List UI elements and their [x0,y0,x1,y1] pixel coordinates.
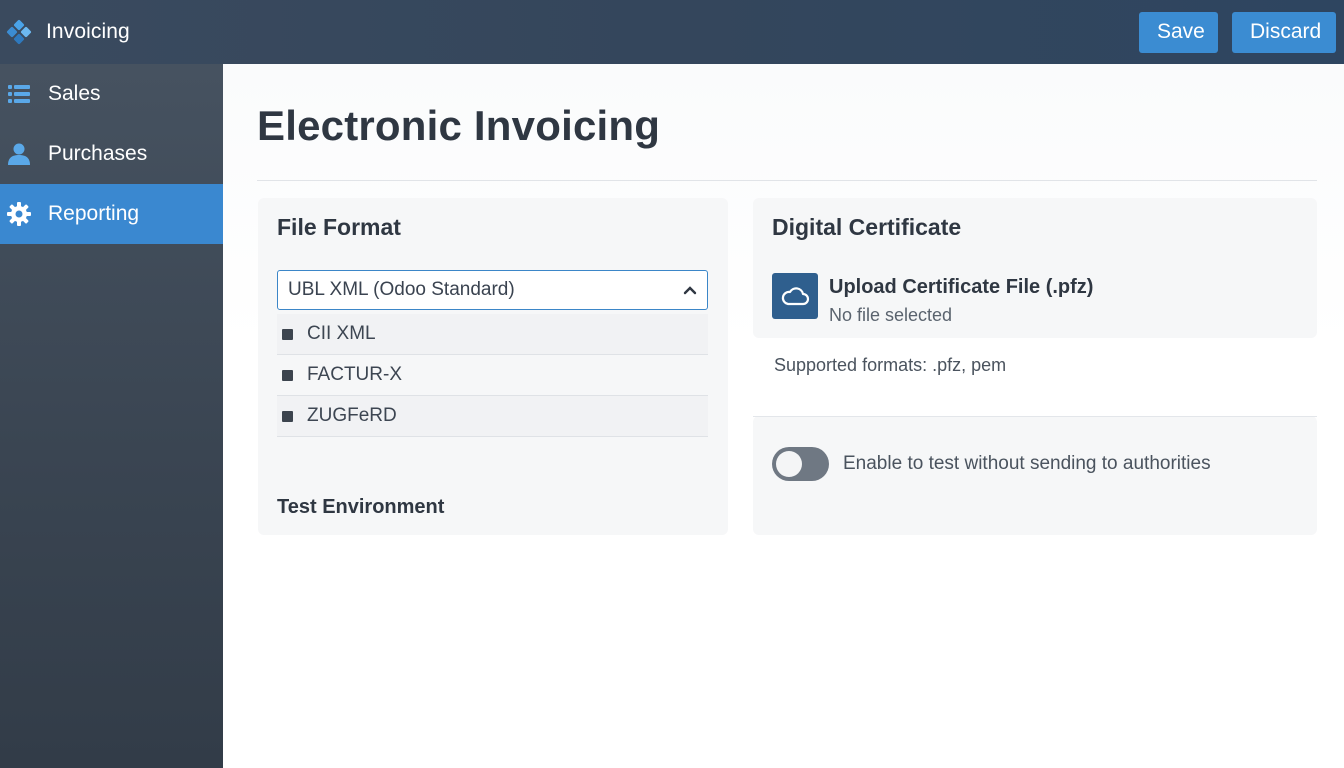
top-bar: Invoicing Save Discard [0,0,1344,64]
page-title: Electronic Invoicing [257,102,661,149]
sidebar-item-label: Sales [48,82,101,105]
gear-icon [7,202,31,226]
upload-texts: Upload Certificate File (.pfz) No file s… [829,273,1093,326]
upload-certificate-button[interactable]: Upload Certificate File (.pfz) No file s… [772,273,1093,326]
sidebar: Sales Purchases Reporting [0,64,223,768]
sidebar-item-sales[interactable]: Sales [0,64,223,124]
bullet-icon [282,328,293,340]
supported-formats-hint: Supported formats: .pfz, pem [774,355,1007,375]
option-label: ZUGFeRD [307,405,397,426]
section-divider [753,416,1317,417]
form-actions: Save Discard [1139,11,1336,53]
file-format-option-factur-x[interactable]: FACTUR-X [277,355,708,396]
test-environment-title: Test Environment [277,496,445,518]
bullet-icon [282,369,293,381]
file-format-option-cii-xml[interactable]: CII XML [277,314,708,355]
option-label: FACTUR-X [307,364,402,385]
file-format-options: CII XML FACTUR-X ZUGFeRD [277,314,708,437]
discard-button[interactable]: Discard [1232,11,1336,53]
bullet-icon [282,410,293,422]
file-format-selected-value: UBL XML (Odoo Standard) [288,279,515,300]
file-format-select[interactable]: UBL XML (Odoo Standard) [277,270,708,310]
save-button[interactable]: Save [1139,11,1218,53]
upload-label: Upload Certificate File (.pfz) [829,276,1094,298]
main-content: Electronic Invoicing File Format UBL XML… [223,64,1344,768]
app-logo-icon [6,19,32,45]
option-label: CII XML [307,323,376,344]
upload-status: No file selected [829,305,953,325]
sidebar-item-label: Reporting [48,202,140,225]
sidebar-item-reporting[interactable]: Reporting [0,184,223,244]
test-environment-toggle-row: Enable to test without sending to author… [772,447,1211,481]
test-environment-toggle[interactable] [772,447,829,481]
app-title: Invoicing [46,20,130,43]
digital-certificate-title: Digital Certificate [772,214,962,240]
file-format-option-zugferd[interactable]: ZUGFeRD [277,396,708,437]
chevron-up-icon[interactable] [683,285,697,295]
user-icon [8,143,30,165]
toggle-knob [776,451,802,477]
sidebar-item-purchases[interactable]: Purchases [0,124,223,184]
file-format-title: File Format [277,214,401,240]
sidebar-item-label: Purchases [48,142,148,165]
app-brand[interactable]: Invoicing [6,19,130,45]
cloud-upload-icon [772,273,818,319]
cloud-icon [781,287,810,306]
list-icon [8,85,30,103]
title-divider [257,180,1317,181]
toggle-label: Enable to test without sending to author… [843,453,1211,474]
